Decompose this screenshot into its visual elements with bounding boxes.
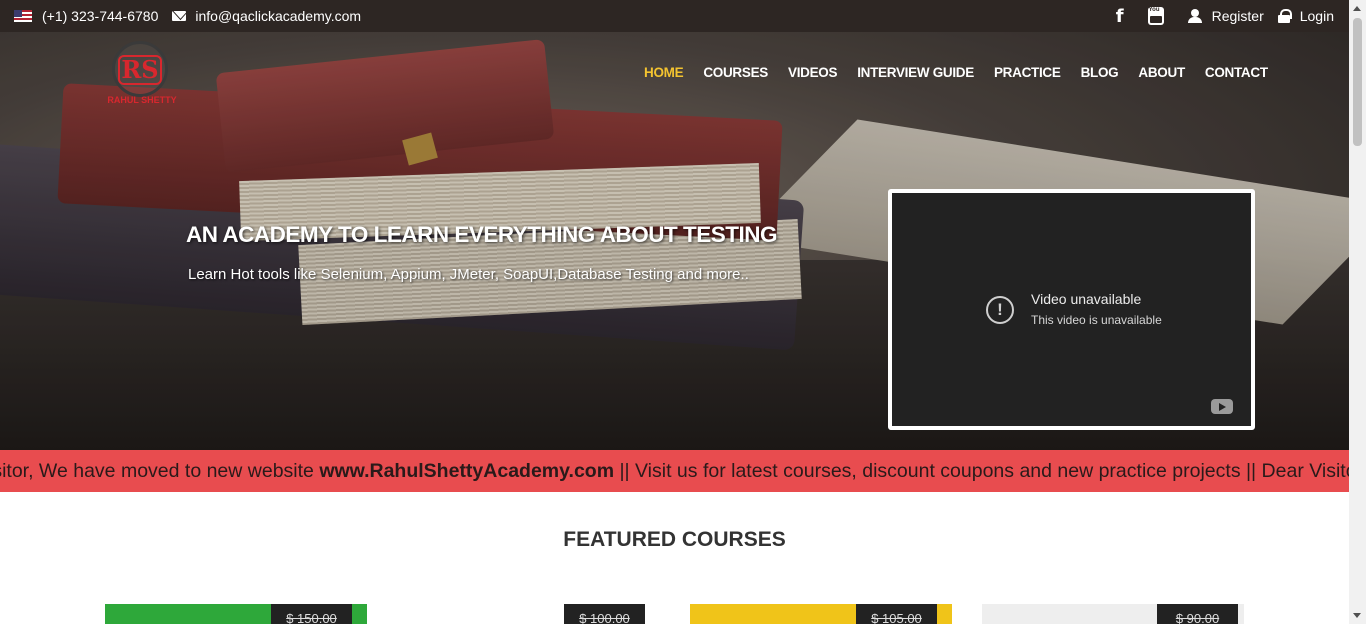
nav-interview-guide[interactable]: INTERVIEW GUIDE xyxy=(857,65,974,80)
marquee-website-link[interactable]: www.RahulShettyAcademy.com xyxy=(319,460,614,482)
lock-icon[interactable] xyxy=(1277,9,1292,23)
course-card[interactable]: $ 100.00 xyxy=(398,604,660,624)
us-flag-icon xyxy=(14,10,32,22)
youtube-icon[interactable] xyxy=(1147,7,1164,25)
login-link[interactable]: Login xyxy=(1300,8,1334,24)
envelope-icon xyxy=(172,11,187,21)
main-nav: HOME COURSES VIDEOS INTERVIEW GUIDE PRAC… xyxy=(644,65,1288,80)
course-card[interactable]: $ 105.00 xyxy=(690,604,952,624)
marquee-text: isitor, We have moved to new website www… xyxy=(0,460,1349,483)
page: (+1) 323-744-6780 info@qaclickacademy.co… xyxy=(0,0,1366,624)
site-logo[interactable]: RS RAHUL SHETTY xyxy=(104,41,180,111)
marquee-prefix: isitor, We have moved to new website xyxy=(0,460,320,482)
nav-videos[interactable]: VIDEOS xyxy=(788,65,838,80)
hero-subtitle: Learn Hot tools like Selenium, Appium, J… xyxy=(188,266,749,283)
course-price: $ 90.00 xyxy=(1157,604,1238,624)
video-player[interactable]: ! Video unavailable This video is unavai… xyxy=(888,189,1255,430)
nav-blog[interactable]: BLOG xyxy=(1081,65,1119,80)
email-address: info@qaclickacademy.com xyxy=(195,8,362,24)
scroll-down-arrow-icon[interactable] xyxy=(1353,613,1361,618)
marquee-repeat: || Dear Visitor, We hav xyxy=(1245,460,1349,482)
course-card[interactable]: $ 90.00 xyxy=(982,604,1244,624)
page-scrollbar[interactable] xyxy=(1349,0,1366,624)
facebook-icon[interactable]: f xyxy=(1116,6,1124,27)
phone-number: (+1) 323-744-6780 xyxy=(42,8,159,24)
hero-banner: RS RAHUL SHETTY HOME COURSES VIDEOS INTE… xyxy=(0,32,1349,450)
nav-about[interactable]: ABOUT xyxy=(1138,65,1185,80)
nav-contact[interactable]: CONTACT xyxy=(1205,65,1268,80)
marquee-suffix: || Visit us for latest courses, discount… xyxy=(614,460,1241,482)
hero-title: AN ACADEMY TO LEARN EVERYTHING ABOUT TES… xyxy=(186,222,777,247)
user-icon[interactable] xyxy=(1187,9,1202,23)
alert-circle-icon: ! xyxy=(986,296,1014,324)
course-price: $ 150.00 xyxy=(271,604,352,624)
announcement-marquee: isitor, We have moved to new website www… xyxy=(0,450,1349,492)
featured-courses-heading: FEATURED COURSES xyxy=(563,528,786,551)
logo-monogram: RS xyxy=(118,55,162,85)
top-bar: (+1) 323-744-6780 info@qaclickacademy.co… xyxy=(0,0,1349,32)
nav-practice[interactable]: PRACTICE xyxy=(994,65,1061,80)
register-link[interactable]: Register xyxy=(1212,8,1264,24)
scroll-up-arrow-icon[interactable] xyxy=(1353,6,1361,11)
logo-name: RAHUL SHETTY xyxy=(107,95,177,105)
social-and-account: f Register Login xyxy=(1116,0,1334,32)
course-card[interactable]: $ 150.00 xyxy=(105,604,367,624)
course-price: $ 105.00 xyxy=(856,604,937,624)
contact-info: (+1) 323-744-6780 info@qaclickacademy.co… xyxy=(14,0,361,32)
video-error-title: Video unavailable xyxy=(1031,291,1142,307)
scrollbar-thumb[interactable] xyxy=(1353,18,1362,146)
nav-courses[interactable]: COURSES xyxy=(703,65,768,80)
youtube-logo-icon[interactable] xyxy=(1211,399,1233,414)
course-price: $ 100.00 xyxy=(564,604,645,624)
nav-home[interactable]: HOME xyxy=(644,65,684,80)
video-error-message: This video is unavailable xyxy=(1031,313,1162,327)
